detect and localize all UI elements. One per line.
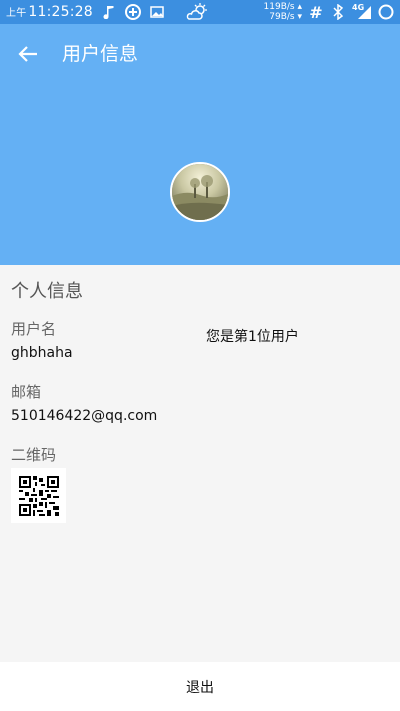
add-circle-icon <box>124 4 141 20</box>
email-label: 邮箱 <box>11 383 42 401</box>
music-note-icon <box>101 4 117 20</box>
avatar-photo <box>172 164 228 220</box>
status-bar: 上午 11:25:28 119B/s ▴ 79B/s ▾ # 4G <box>0 0 400 24</box>
signal-icon: 4G <box>352 3 372 20</box>
network-speed: 119B/s ▴ 79B/s ▾ <box>263 2 302 22</box>
weather-icon <box>186 3 208 24</box>
qrcode-image[interactable] <box>11 468 66 523</box>
back-button[interactable] <box>14 40 42 68</box>
email-value: 510146422@qq.com <box>11 408 158 424</box>
logout-button[interactable]: 退出 <box>0 662 400 711</box>
user-rank-text: 您是第1位用户 <box>206 329 299 345</box>
username-label: 用户名 <box>11 320 57 338</box>
qrcode-label: 二维码 <box>11 446 57 464</box>
section-title: 个人信息 <box>11 281 83 302</box>
status-time: 上午 11:25:28 <box>6 4 93 20</box>
arrow-left-icon <box>18 46 37 62</box>
avatar[interactable] <box>170 162 230 222</box>
bluetooth-icon <box>330 4 346 20</box>
username-value: ghbhaha <box>11 345 73 361</box>
battery-icon <box>378 4 394 20</box>
profile-header: 用户信息 <box>0 24 400 265</box>
qrcode-graphic <box>18 475 59 516</box>
page-title: 用户信息 <box>62 43 139 65</box>
image-icon <box>149 4 165 20</box>
profile-content: 个人信息 用户名 ghbhaha 您是第1位用户 邮箱 510146422@qq… <box>0 265 400 662</box>
logout-label: 退出 <box>186 679 214 696</box>
hash-icon: # <box>309 2 323 22</box>
